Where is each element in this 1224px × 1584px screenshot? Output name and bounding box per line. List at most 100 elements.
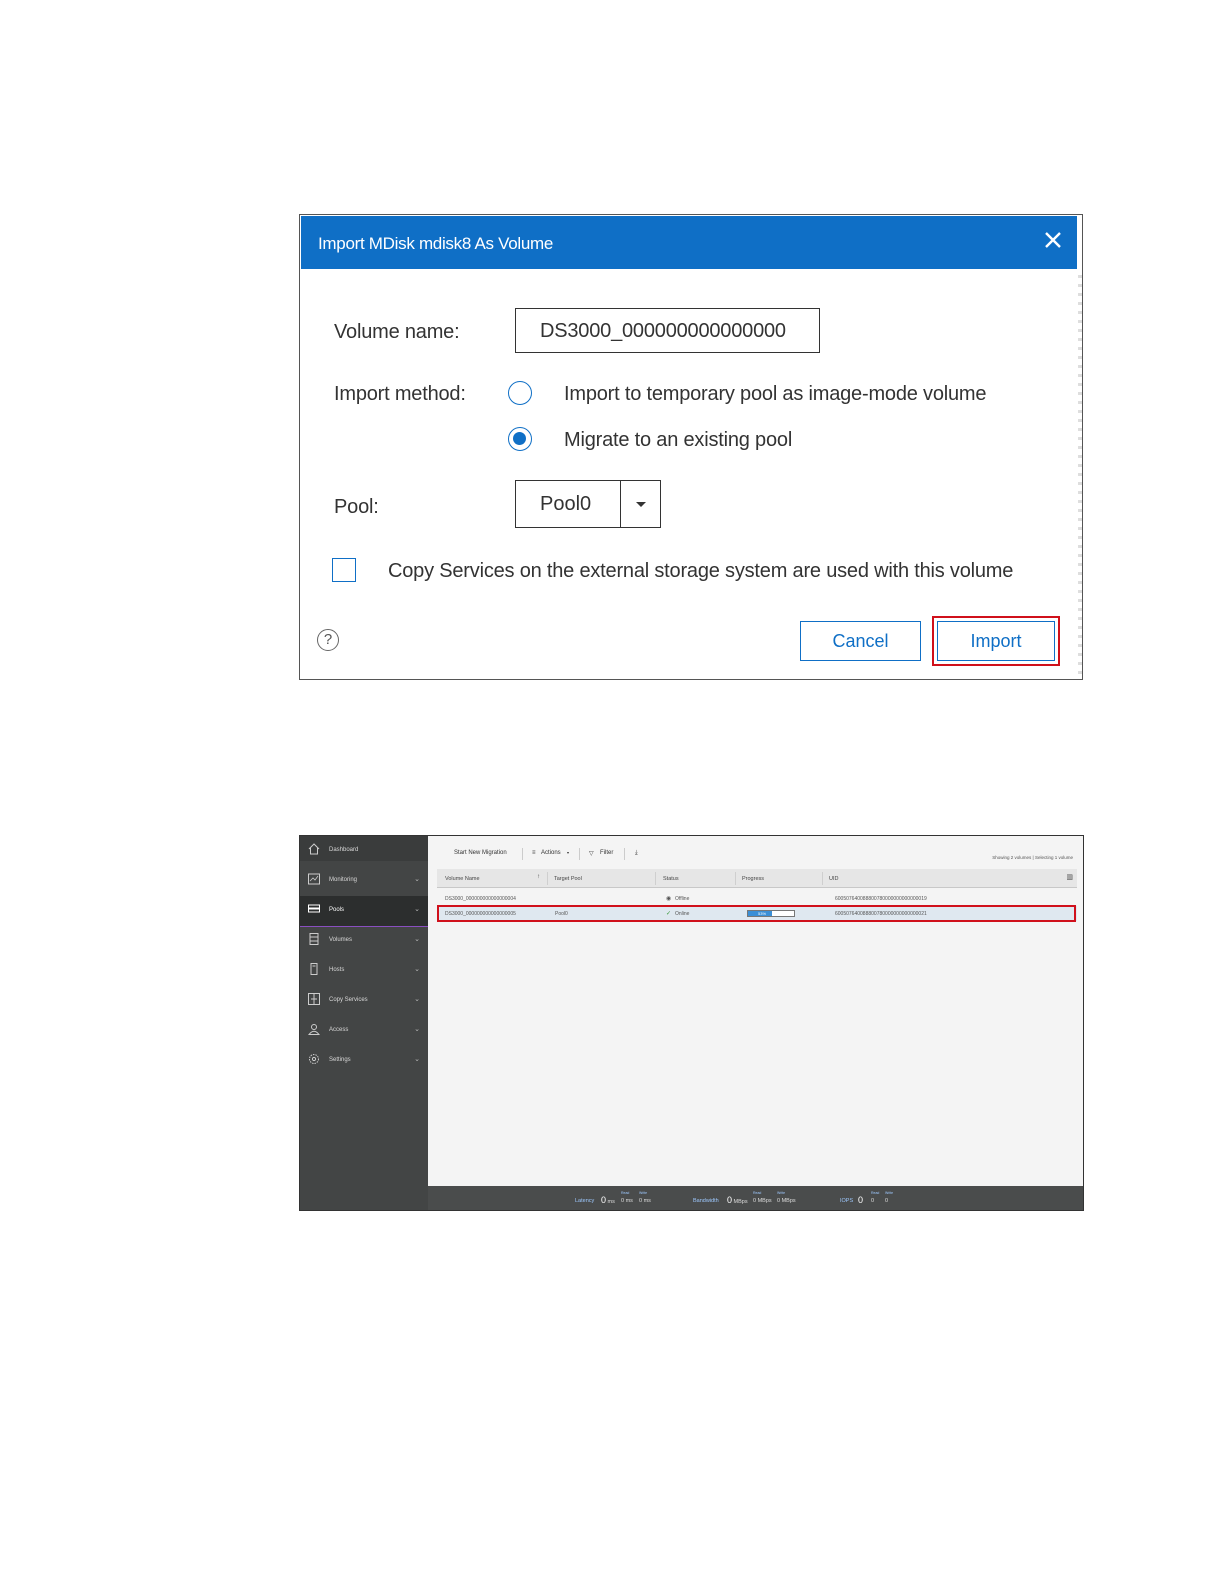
toolbar-divider	[624, 848, 625, 860]
dropdown-divider	[620, 481, 621, 527]
bandwidth-read-value: 0 MBps	[753, 1198, 772, 1204]
nav-label: Dashboard	[329, 847, 359, 853]
nav-item-access[interactable]: Access ⌄	[300, 1016, 428, 1046]
import-button[interactable]: Import	[937, 621, 1055, 661]
chevron-down-icon[interactable]	[636, 502, 646, 507]
column-header[interactable]: UID	[829, 876, 838, 882]
help-icon[interactable]: ?	[317, 629, 339, 651]
import-mdisk-dialog: Import MDisk mdisk8 As Volume Volume nam…	[299, 214, 1083, 680]
read-label: Read	[871, 1191, 880, 1195]
pool-dropdown[interactable]: Pool0	[515, 480, 661, 528]
sort-ascending-icon[interactable]: ↑	[537, 874, 540, 880]
nav-label: Hosts	[329, 967, 345, 973]
column-divider	[822, 872, 823, 885]
nav-label: Copy Services	[329, 997, 368, 1003]
column-divider	[655, 872, 656, 885]
settings-icon	[309, 1054, 319, 1064]
radio-existing-pool[interactable]	[508, 427, 532, 451]
latency-unit: ms	[607, 1199, 615, 1205]
chevron-down-icon: ⌄	[414, 966, 420, 973]
iops-value: 0	[858, 1195, 863, 1205]
table-row[interactable]: DS3000_000000000000000004 ◉ Offline 6005…	[437, 891, 1077, 906]
filter-icon: ▽	[589, 851, 594, 857]
copy-services-icon	[308, 993, 320, 1005]
nav-item-pools[interactable]: Pools ⌄	[300, 896, 428, 927]
chevron-down-icon: ⌄	[414, 936, 420, 943]
radio-temp-pool[interactable]	[508, 381, 532, 405]
chevron-down-icon: ⌄	[414, 996, 420, 1003]
toolbar-divider	[579, 848, 580, 860]
access-icon	[308, 1024, 320, 1035]
chevron-down-icon: ⌄	[414, 1056, 420, 1063]
column-header[interactable]: Status	[663, 876, 679, 882]
table-header: Volume Name ↑ Target Pool Status Progres…	[437, 869, 1077, 888]
latency-total: 0	[601, 1195, 607, 1205]
performance-status-bar: Latency 0 ms Read 0 ms Write 0 ms Bandwi…	[428, 1186, 1083, 1210]
actions-menu[interactable]: Actions	[541, 850, 561, 856]
cancel-button[interactable]: Cancel	[800, 621, 921, 661]
read-label: Read	[753, 1191, 762, 1195]
iops-write-value: 0	[885, 1198, 889, 1204]
bandwidth-total: 0	[727, 1195, 733, 1205]
column-header[interactable]: Target Pool	[554, 876, 582, 882]
bandwidth-value: 0 MBps	[727, 1195, 748, 1205]
pool-label: Pool:	[334, 496, 379, 518]
chevron-down-icon: ⌄	[414, 1026, 420, 1033]
selection-summary: Showing 2 volumes | Selecting 1 volume	[992, 855, 1073, 860]
filter-button[interactable]: Filter	[600, 850, 613, 856]
download-icon[interactable]: ⤓	[635, 850, 638, 857]
nav-label: Pools	[329, 907, 345, 913]
toolbar-divider	[522, 848, 523, 860]
iops-write: 0	[885, 1198, 888, 1204]
migration-main: Start New Migration ≡ Actions ▾ ▽ Filter…	[428, 836, 1083, 1186]
nav-item-dashboard[interactable]: Dashboard	[300, 836, 428, 866]
bandwidth-unit: MBps	[733, 1199, 748, 1205]
latency-label: Latency	[575, 1198, 595, 1204]
dialog-header: Import MDisk mdisk8 As Volume	[301, 216, 1077, 269]
bandwidth-label: Bandwidth	[693, 1198, 719, 1204]
latency-write: 0 ms	[639, 1198, 651, 1204]
nav-item-monitoring[interactable]: Monitoring ⌄	[300, 866, 428, 896]
column-header[interactable]: Progress	[742, 876, 764, 882]
nav-item-copy-services[interactable]: Copy Services ⌄	[300, 986, 428, 1016]
column-header[interactable]: Volume Name	[445, 876, 480, 882]
write-label: Write	[777, 1191, 786, 1195]
volume-name-label: Volume name:	[334, 321, 460, 343]
nav-item-settings[interactable]: Settings ⌄	[300, 1046, 428, 1076]
column-divider	[735, 872, 736, 885]
volumes-icon	[309, 933, 319, 945]
chevron-down-icon: ▾	[567, 850, 570, 855]
volume-name-field[interactable]: DS3000_000000000000000	[515, 308, 820, 353]
volume-name-cell: DS3000_000000000000000004	[445, 896, 516, 902]
copy-services-label: Copy Services on the external storage sy…	[388, 560, 1014, 582]
selected-row-highlight-frame	[437, 905, 1076, 922]
chevron-down-icon: ⌄	[414, 906, 420, 913]
nav-item-volumes[interactable]: Volumes ⌄	[300, 926, 428, 956]
option-temp-pool-label: Import to temporary pool as image-mode v…	[564, 383, 987, 405]
uid-cell: 600507640088800780000000000000019	[835, 896, 927, 902]
latency-read-value: 0 ms	[621, 1198, 633, 1204]
migration-screen: Dashboard Monitoring ⌄ Pools ⌄ Volumes ⌄…	[299, 835, 1084, 1211]
chevron-down-icon: ⌄	[414, 876, 420, 883]
nav-item-hosts[interactable]: Hosts ⌄	[300, 956, 428, 986]
start-new-migration-button[interactable]: Start New Migration	[454, 850, 507, 856]
bandwidth-write-value: 0 MBps	[777, 1198, 796, 1204]
latency-value: 0 ms	[601, 1195, 615, 1205]
copy-services-checkbox[interactable]	[332, 558, 356, 582]
write-label: Write	[885, 1191, 894, 1195]
nav-label: Monitoring	[329, 877, 358, 883]
iops-label: IOPS	[840, 1198, 854, 1204]
latency-read: 0 ms	[621, 1198, 633, 1204]
bandwidth-read: 0 MBps	[753, 1198, 772, 1204]
sidebar: Dashboard Monitoring ⌄ Pools ⌄ Volumes ⌄…	[300, 836, 428, 1210]
dialog-title: Import MDisk mdisk8 As Volume	[318, 234, 554, 253]
write-label: Write	[639, 1191, 648, 1195]
column-picker-icon[interactable]: ▥	[1066, 873, 1073, 881]
pools-icon	[308, 904, 320, 913]
offline-icon: ◉	[666, 896, 672, 902]
hosts-icon	[310, 963, 318, 975]
dialog-scroll-edge	[1078, 269, 1082, 679]
close-icon[interactable]	[1041, 228, 1065, 252]
home-icon	[308, 843, 320, 855]
toolbar: Start New Migration ≡ Actions ▾ ▽ Filter…	[438, 845, 1077, 863]
